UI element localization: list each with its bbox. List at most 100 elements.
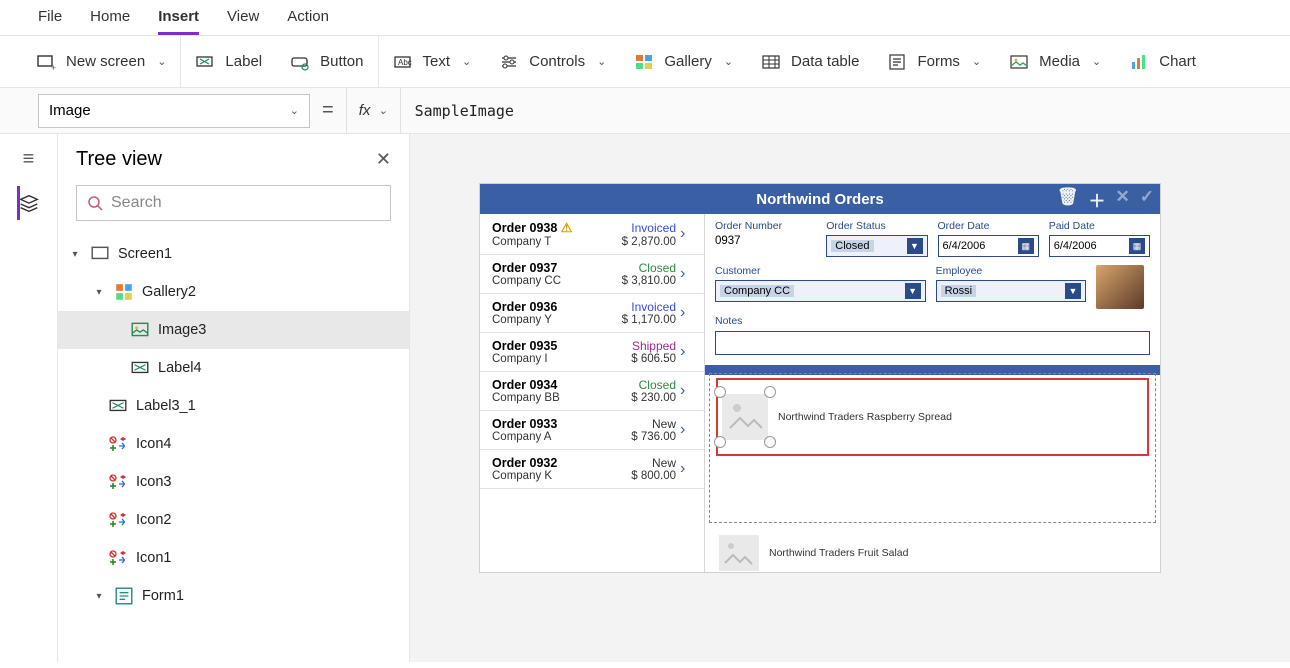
left-rail: ≡ xyxy=(0,134,58,662)
tree-view-panel: Tree view ✕ Search ▾ Screen1 ▾ Gallery2 … xyxy=(58,134,410,662)
close-icon[interactable]: ✕ xyxy=(376,149,391,170)
menu-file[interactable]: File xyxy=(38,8,62,25)
order-row[interactable]: Order 0936Invoiced›Company Y$ 1,170.00 xyxy=(480,294,704,333)
label-icon xyxy=(108,397,128,415)
tree-node-label4[interactable]: Label4 xyxy=(58,349,409,387)
label-customer: Customer xyxy=(715,265,926,277)
text-icon: Abc xyxy=(393,52,413,72)
menu-action[interactable]: Action xyxy=(287,8,329,25)
chart-icon xyxy=(1129,52,1149,72)
equals-label: = xyxy=(310,99,346,122)
selected-gallery-item[interactable]: Northwind Traders Raspberry Spread xyxy=(716,378,1149,456)
formula-input[interactable]: SampleImage xyxy=(401,102,1290,120)
paid-date-picker[interactable]: 6/4/2006▦ xyxy=(1049,235,1150,257)
customer-dropdown[interactable]: Company CC▼ xyxy=(715,280,926,302)
new-screen-icon: + xyxy=(36,52,56,72)
caret-down-icon: ▾ xyxy=(92,287,106,298)
calendar-icon: ▦ xyxy=(1129,238,1145,254)
svg-text:Abc: Abc xyxy=(398,58,412,67)
tree-node-icon1[interactable]: Icon1 xyxy=(58,539,409,577)
forms-icon xyxy=(887,52,907,72)
table-icon xyxy=(761,52,781,72)
tree-node-image3[interactable]: Image3 xyxy=(58,311,409,349)
chart-dropdown[interactable]: Chart xyxy=(1115,36,1210,87)
chevron-right-icon: › xyxy=(680,382,698,400)
controls-dropdown[interactable]: Controls⌄ xyxy=(485,36,620,87)
employee-avatar xyxy=(1096,265,1144,309)
top-menu: File Home Insert View Action xyxy=(0,0,1290,36)
label-button[interactable]: Label xyxy=(181,36,276,87)
svg-text:+: + xyxy=(51,63,56,72)
chevron-down-icon: ⌄ xyxy=(1092,55,1101,68)
data-table-button[interactable]: Data table xyxy=(747,36,873,87)
image-icon xyxy=(130,321,150,339)
gallery-item-label: Northwind Traders Raspberry Spread xyxy=(778,411,952,423)
check-icon[interactable]: ✓ xyxy=(1140,187,1154,212)
plus-icon[interactable]: ＋ xyxy=(1089,187,1106,212)
canvas[interactable]: Northwind Orders 🗑 ＋ ✕ ✓ Order 0938 ⚠Inv… xyxy=(410,134,1290,662)
caret-down-icon: ▾ xyxy=(92,591,106,602)
order-status-dropdown[interactable]: Closed▼ xyxy=(826,235,927,257)
tree-node-icon4[interactable]: Icon4 xyxy=(58,425,409,463)
order-row[interactable]: Order 0932New›Company K$ 800.00 xyxy=(480,450,704,489)
media-icon xyxy=(1009,52,1029,72)
tree-view-tab[interactable] xyxy=(16,191,42,217)
chevron-right-icon: › xyxy=(680,265,698,283)
order-row[interactable]: Order 0934Closed›Company BB$ 230.00 xyxy=(480,372,704,411)
search-icon xyxy=(87,195,103,211)
tree-node-gallery2[interactable]: ▾ Gallery2 xyxy=(58,273,409,311)
chevron-right-icon: › xyxy=(680,343,698,361)
mixed-icon xyxy=(108,473,128,491)
tree-node-screen1[interactable]: ▾ Screen1 xyxy=(58,235,409,273)
chevron-down-icon: ⌄ xyxy=(378,104,387,117)
mixed-icon xyxy=(108,511,128,529)
gallery-item-next[interactable]: Northwind Traders Fruit Salad xyxy=(715,529,1150,571)
image-placeholder xyxy=(719,535,759,571)
label-icon xyxy=(195,52,215,72)
mixed-icon xyxy=(108,435,128,453)
label-order-status: Order Status xyxy=(826,220,927,232)
tree-view-title: Tree view xyxy=(76,148,162,171)
trash-icon[interactable]: 🗑 xyxy=(1057,187,1079,212)
chevron-right-icon: › xyxy=(680,421,698,439)
order-date-picker[interactable]: 6/4/2006▦ xyxy=(938,235,1039,257)
tree-node-icon3[interactable]: Icon3 xyxy=(58,463,409,501)
order-detail: Order Number 0937 Order Status Closed▼ O… xyxy=(705,214,1160,572)
chevron-right-icon: › xyxy=(680,304,698,322)
tree-node-form1[interactable]: ▾ Form1 xyxy=(58,577,409,615)
order-row[interactable]: Order 0933New›Company A$ 736.00 xyxy=(480,411,704,450)
label-notes: Notes xyxy=(715,315,1150,327)
controls-icon xyxy=(499,52,519,72)
tree-node-icon2[interactable]: Icon2 xyxy=(58,501,409,539)
caret-down-icon: ▾ xyxy=(68,249,82,260)
media-dropdown[interactable]: Media⌄ xyxy=(995,36,1115,87)
orders-list[interactable]: Order 0938 ⚠Invoiced›Company T$ 2,870.00… xyxy=(480,214,705,572)
image-placeholder[interactable] xyxy=(722,394,768,440)
label-order-number: Order Number xyxy=(715,220,816,232)
menu-insert[interactable]: Insert xyxy=(158,8,199,35)
chevron-down-icon: ⌄ xyxy=(157,55,166,68)
chevron-down-icon: ⌄ xyxy=(462,55,471,68)
menu-view[interactable]: View xyxy=(227,8,259,25)
order-row[interactable]: Order 0938 ⚠Invoiced›Company T$ 2,870.00 xyxy=(480,214,704,255)
fx-button[interactable]: fx ⌄ xyxy=(346,88,401,133)
forms-dropdown[interactable]: Forms⌄ xyxy=(873,36,995,87)
hamburger-icon[interactable]: ≡ xyxy=(23,148,35,171)
tree-node-label3-1[interactable]: Label3_1 xyxy=(58,387,409,425)
order-row[interactable]: Order 0937Closed›Company CC$ 3,810.00 xyxy=(480,255,704,294)
formula-bar: Image ⌄ = fx ⌄ SampleImage xyxy=(0,88,1290,134)
cancel-icon[interactable]: ✕ xyxy=(1116,187,1130,212)
app-preview[interactable]: Northwind Orders 🗑 ＋ ✕ ✓ Order 0938 ⚠Inv… xyxy=(480,184,1160,572)
employee-dropdown[interactable]: Rossi▼ xyxy=(936,280,1086,302)
property-selector[interactable]: Image ⌄ xyxy=(38,94,310,128)
button-button[interactable]: Button xyxy=(276,36,377,87)
text-dropdown[interactable]: Abc Text⌄ xyxy=(379,36,486,87)
new-screen-button[interactable]: + New screen⌄ xyxy=(22,36,180,87)
search-input[interactable]: Search xyxy=(76,185,391,221)
gallery-dropdown[interactable]: Gallery⌄ xyxy=(620,36,747,87)
order-row[interactable]: Order 0935Shipped›Company I$ 606.50 xyxy=(480,333,704,372)
notes-input[interactable] xyxy=(715,331,1150,355)
menu-home[interactable]: Home xyxy=(90,8,130,25)
gallery-icon xyxy=(114,283,134,301)
chevron-down-icon: ⌄ xyxy=(972,55,981,68)
